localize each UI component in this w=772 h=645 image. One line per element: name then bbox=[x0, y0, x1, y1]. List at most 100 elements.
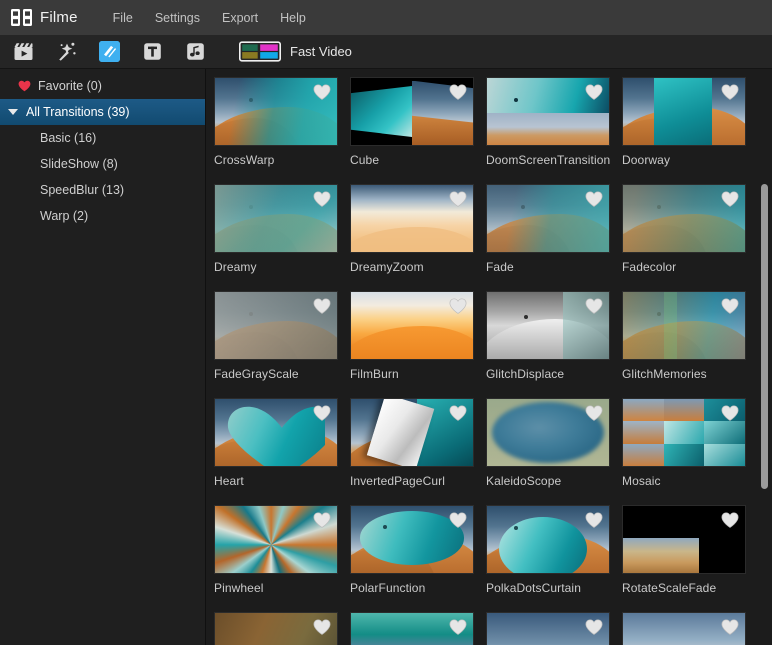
transition-thumbnail[interactable] bbox=[350, 184, 474, 253]
transition-thumbnail[interactable] bbox=[486, 291, 610, 360]
effects-button[interactable] bbox=[51, 39, 81, 65]
heart-icon[interactable] bbox=[449, 191, 467, 207]
app-brand-name: Filme bbox=[40, 9, 78, 26]
menu-bar: Filme File Settings Export Help bbox=[0, 0, 772, 35]
transition-cell[interactable]: Dreamy bbox=[214, 184, 350, 291]
transition-thumbnail[interactable] bbox=[622, 291, 746, 360]
transition-thumbnail[interactable] bbox=[622, 505, 746, 574]
transition-cell[interactable] bbox=[486, 612, 622, 645]
transition-thumbnail[interactable] bbox=[350, 505, 474, 574]
transition-cell[interactable]: RotateScaleFade bbox=[622, 505, 758, 612]
transition-cell[interactable]: Cube bbox=[350, 77, 486, 184]
transition-name-label: RotateScaleFade bbox=[622, 581, 717, 595]
heart-icon[interactable] bbox=[449, 619, 467, 635]
heart-icon[interactable] bbox=[585, 619, 603, 635]
transition-cell[interactable]: GlitchDisplace bbox=[486, 291, 622, 398]
transition-cell[interactable]: Heart bbox=[214, 398, 350, 505]
transition-cell[interactable]: Fadecolor bbox=[622, 184, 758, 291]
menu-file[interactable]: File bbox=[102, 8, 144, 28]
audio-button[interactable] bbox=[180, 39, 210, 65]
heart-icon[interactable] bbox=[585, 191, 603, 207]
transition-cell[interactable] bbox=[214, 612, 350, 645]
text-t-icon bbox=[142, 41, 163, 62]
transition-thumbnail[interactable] bbox=[486, 398, 610, 467]
transition-thumbnail[interactable] bbox=[214, 291, 338, 360]
grid-scrollbar-track[interactable] bbox=[757, 69, 772, 645]
menu-settings[interactable]: Settings bbox=[144, 8, 211, 28]
sidebar-item-warp[interactable]: Warp (2) bbox=[0, 203, 205, 229]
transition-name-label: Heart bbox=[214, 474, 244, 488]
heart-icon[interactable] bbox=[313, 405, 331, 421]
transition-cell[interactable]: Doorway bbox=[622, 77, 758, 184]
transition-thumbnail[interactable] bbox=[622, 184, 746, 253]
transition-thumbnail[interactable] bbox=[214, 398, 338, 467]
heart-icon[interactable] bbox=[449, 84, 467, 100]
chevron-down-icon[interactable] bbox=[8, 109, 18, 115]
transition-cell[interactable]: Mosaic bbox=[622, 398, 758, 505]
heart-icon[interactable] bbox=[449, 405, 467, 421]
menu-help[interactable]: Help bbox=[269, 8, 317, 28]
heart-icon[interactable] bbox=[585, 84, 603, 100]
heart-icon[interactable] bbox=[313, 191, 331, 207]
transition-thumbnail[interactable] bbox=[486, 184, 610, 253]
transitions-grid: CrossWarp Cube DoomScreenTransition Doorway… bbox=[214, 77, 772, 645]
transition-cell[interactable]: PolarFunction bbox=[350, 505, 486, 612]
sidebar-item-favorite[interactable]: Favorite (0) bbox=[0, 73, 205, 99]
heart-icon[interactable] bbox=[313, 512, 331, 528]
transition-thumbnail[interactable] bbox=[486, 505, 610, 574]
transition-thumbnail[interactable] bbox=[486, 77, 610, 146]
transition-thumbnail[interactable] bbox=[350, 291, 474, 360]
sidebar-item-speedblur[interactable]: SpeedBlur (13) bbox=[0, 177, 205, 203]
transition-cell[interactable] bbox=[350, 612, 486, 645]
transition-thumbnail[interactable] bbox=[214, 505, 338, 574]
sidebar-item-all-transitions[interactable]: All Transitions (39) bbox=[0, 99, 205, 125]
grid-scrollbar-thumb[interactable] bbox=[761, 184, 768, 490]
transition-thumbnail[interactable] bbox=[214, 612, 338, 645]
transition-thumbnail[interactable] bbox=[214, 77, 338, 146]
heart-icon[interactable] bbox=[721, 84, 739, 100]
transition-cell[interactable]: PolkaDotsCurtain bbox=[486, 505, 622, 612]
transition-cell[interactable]: FadeGrayScale bbox=[214, 291, 350, 398]
transition-thumbnail[interactable] bbox=[622, 77, 746, 146]
heart-icon[interactable] bbox=[449, 298, 467, 314]
heart-icon[interactable] bbox=[449, 512, 467, 528]
filme-app-window: Filme File Settings Export Help Fast Vid… bbox=[0, 0, 772, 645]
text-button[interactable] bbox=[137, 39, 167, 65]
heart-icon[interactable] bbox=[585, 405, 603, 421]
transition-cell[interactable]: FilmBurn bbox=[350, 291, 486, 398]
transition-thumbnail[interactable] bbox=[214, 184, 338, 253]
heart-icon[interactable] bbox=[721, 405, 739, 421]
heart-icon[interactable] bbox=[313, 619, 331, 635]
transition-thumbnail[interactable] bbox=[622, 398, 746, 467]
transition-thumbnail[interactable] bbox=[350, 77, 474, 146]
heart-icon[interactable] bbox=[721, 191, 739, 207]
transitions-scroll-region[interactable]: CrossWarp Cube DoomScreenTransition Doorway… bbox=[206, 69, 772, 645]
heart-icon[interactable] bbox=[585, 512, 603, 528]
transition-cell[interactable]: Fade bbox=[486, 184, 622, 291]
transition-thumbnail[interactable] bbox=[622, 612, 746, 645]
transition-thumbnail[interactable] bbox=[350, 612, 474, 645]
transitions-button[interactable] bbox=[94, 39, 124, 65]
media-button[interactable] bbox=[8, 39, 38, 65]
heart-icon[interactable] bbox=[585, 298, 603, 314]
heart-icon[interactable] bbox=[721, 619, 739, 635]
transition-cell[interactable]: DreamyZoom bbox=[350, 184, 486, 291]
transition-cell[interactable]: CrossWarp bbox=[214, 77, 350, 184]
menu-export[interactable]: Export bbox=[211, 8, 269, 28]
transition-cell[interactable]: InvertedPageCurl bbox=[350, 398, 486, 505]
transition-thumbnail[interactable] bbox=[350, 398, 474, 467]
sidebar-item-basic[interactable]: Basic (16) bbox=[0, 125, 205, 151]
heart-icon[interactable] bbox=[721, 298, 739, 314]
fast-video-button[interactable]: Fast Video bbox=[239, 41, 352, 62]
heart-icon[interactable] bbox=[313, 84, 331, 100]
heart-icon[interactable] bbox=[721, 512, 739, 528]
sidebar-item-slideshow[interactable]: SlideShow (8) bbox=[0, 151, 205, 177]
transition-cell[interactable]: KaleidoScope bbox=[486, 398, 622, 505]
transition-thumbnail[interactable] bbox=[486, 612, 610, 645]
heart-icon[interactable] bbox=[313, 298, 331, 314]
transition-cell[interactable]: GlitchMemories bbox=[622, 291, 758, 398]
transition-cell[interactable]: DoomScreenTransition bbox=[486, 77, 622, 184]
transition-cell[interactable] bbox=[622, 612, 758, 645]
magic-wand-sparkles-icon bbox=[56, 41, 77, 62]
transition-cell[interactable]: Pinwheel bbox=[214, 505, 350, 612]
